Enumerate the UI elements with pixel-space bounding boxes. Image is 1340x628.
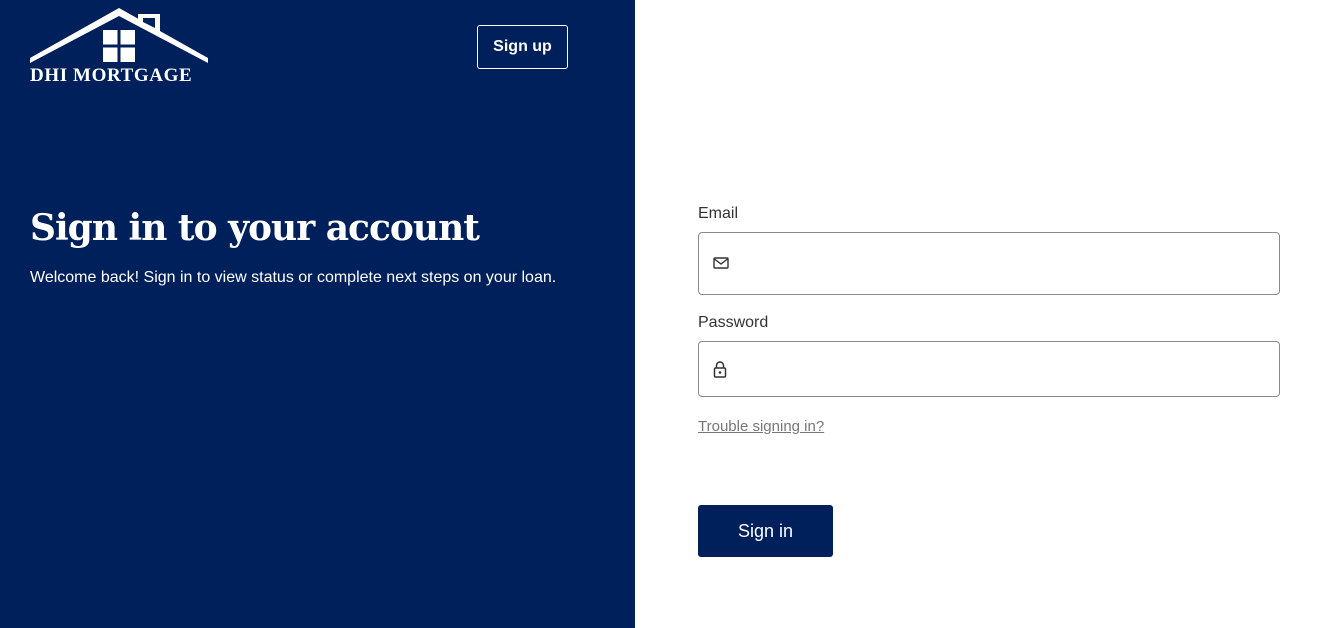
envelope-icon: [713, 257, 729, 269]
brand-panel: DHI MORTGAGE Sign up Sign in to your acc…: [0, 0, 635, 628]
lock-icon: [713, 361, 727, 378]
house-roof-window-icon: [30, 8, 208, 63]
email-label: Email: [698, 205, 739, 222]
dhi-logo[interactable]: DHI MORTGAGE: [30, 8, 210, 88]
password-field-container[interactable]: [698, 341, 1280, 397]
email-field[interactable]: [739, 233, 1269, 294]
email-field-container[interactable]: [698, 232, 1280, 295]
signup-button[interactable]: Sign up: [477, 25, 568, 69]
logo-wordmark: DHI MORTGAGE: [30, 65, 193, 86]
password-field[interactable]: [739, 342, 1269, 396]
page-subtitle: Welcome back! Sign in to view status or …: [30, 269, 557, 286]
signin-button[interactable]: Sign in: [698, 505, 833, 557]
page-title: Sign in to your account: [30, 207, 480, 249]
trouble-signing-in-link[interactable]: Trouble signing in?: [698, 418, 824, 435]
password-label: Password: [698, 314, 769, 331]
